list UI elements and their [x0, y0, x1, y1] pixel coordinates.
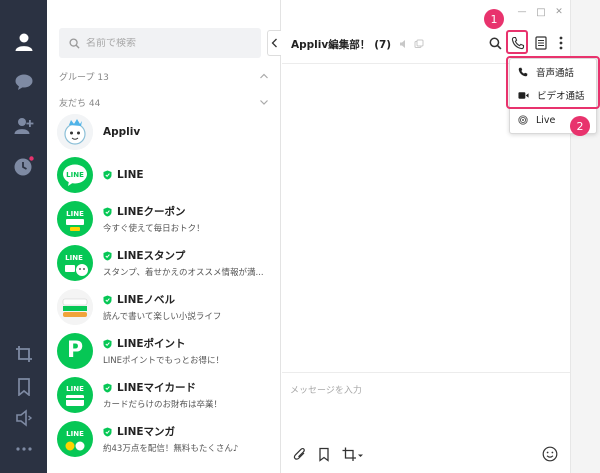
section-friends-count: 44	[88, 98, 101, 109]
keep-button[interactable]	[316, 446, 332, 462]
contact-status: LINEポイントでもっとお得に！	[103, 356, 224, 366]
list-item[interactable]: P LINEポイント LINEポイントでもっとお得に！	[57, 329, 277, 373]
close-button[interactable]: ✕	[553, 6, 565, 18]
official-shield-icon	[103, 170, 112, 180]
search-input[interactable]	[86, 37, 256, 49]
avatar	[57, 114, 93, 150]
section-groups-count: 13	[97, 72, 109, 83]
screenshot-button[interactable]	[340, 446, 366, 462]
search-box[interactable]	[59, 28, 261, 58]
more-options-button[interactable]	[553, 35, 569, 51]
contact-name: LINEスタンプ	[117, 250, 186, 262]
official-shield-icon	[103, 383, 112, 392]
list-item[interactable]: Appliv	[57, 110, 277, 154]
bookmark-icon	[319, 447, 329, 462]
contact-name: Appliv	[103, 126, 141, 138]
list-item[interactable]: LINE LINEスタンプ スタンプ、着せかえのオススメ情報が満...	[57, 241, 277, 285]
menu-item-live[interactable]: Live	[518, 110, 555, 130]
avatar-text: LINE	[65, 254, 83, 262]
more-icon[interactable]	[12, 437, 36, 461]
contact-name: LINEノベル	[117, 294, 176, 306]
person-icon[interactable]	[12, 30, 36, 54]
official-shield-icon	[103, 427, 112, 436]
contact-name: LINEポイント	[117, 338, 186, 350]
section-friends[interactable]: 友だち 44	[59, 94, 269, 110]
avatar: LINE	[57, 201, 93, 237]
avatar: LINE	[57, 377, 93, 413]
member-count: (7)	[374, 39, 392, 51]
contact-list-panel: グループ 13 友だち 44 Appliv LINE LINE LINE	[47, 0, 281, 473]
contact-status: カードだらけのお財布は卒業！	[103, 400, 223, 410]
avatar	[57, 289, 93, 325]
step-badge-1: 1	[484, 9, 504, 29]
speaker-icon[interactable]	[12, 406, 36, 430]
official-shield-icon	[103, 251, 112, 260]
section-friends-label: 友だち	[59, 98, 87, 109]
call-menu-highlight	[506, 56, 600, 109]
contact-status: スタンプ、着せかえのオススメ情報が満...	[103, 268, 264, 278]
emoji-button[interactable]	[542, 446, 558, 462]
avatar: LINE	[57, 245, 93, 281]
step-badge-2: 2	[570, 116, 590, 136]
chat-bubble-icon[interactable]	[12, 70, 36, 94]
close-icon: ✕	[555, 7, 563, 17]
avatar: LINE	[57, 421, 93, 457]
list-item[interactable]: LINE LINE	[57, 153, 277, 197]
avatar-text: LINE	[66, 210, 84, 218]
contact-status: 読んで書いて楽しい小説ライフ	[103, 312, 222, 322]
crop-icon	[342, 447, 363, 461]
official-shield-icon	[103, 207, 112, 216]
contact-name: LINE	[117, 169, 144, 181]
nav-rail	[0, 0, 47, 473]
live-label: Live	[536, 114, 556, 126]
contact-name: LINEマンガ	[117, 426, 176, 438]
search-icon	[69, 37, 80, 49]
avatar-text: P	[66, 338, 84, 363]
chevron-down-icon[interactable]	[259, 97, 269, 107]
search-icon	[489, 37, 501, 49]
official-shield-icon	[103, 295, 112, 304]
search-button[interactable]	[487, 35, 503, 51]
list-item[interactable]: LINE LINEマイカード カードだらけのお財布は卒業！	[57, 373, 277, 417]
clock-icon[interactable]	[12, 154, 36, 178]
contact-status: 今すぐ使えて毎日おトク！	[103, 224, 205, 234]
live-icon	[518, 115, 528, 125]
notes-icon	[535, 36, 547, 50]
bookmark-icon[interactable]	[12, 375, 36, 399]
avatar-text: LINE	[66, 385, 84, 393]
message-compose	[282, 372, 570, 473]
smiley-icon	[542, 446, 558, 462]
paperclip-icon	[293, 447, 305, 460]
list-item[interactable]: LINE LINEマンガ 約43万点を配信！無料もたくさん♪	[57, 417, 277, 461]
contact-status: 約43万点を配信！無料もたくさん♪	[103, 444, 239, 454]
collapse-list-button[interactable]	[267, 30, 281, 56]
chevron-left-icon	[271, 38, 277, 48]
attach-button[interactable]	[292, 446, 308, 462]
maximize-icon: □	[536, 6, 546, 18]
message-input[interactable]	[290, 383, 560, 423]
chat-title: Appliv編集部！	[291, 39, 371, 51]
mute-icon	[399, 40, 405, 48]
avatar-text: LINE	[66, 430, 84, 438]
contact-name: LINEマイカード	[117, 382, 197, 394]
more-vertical-icon	[559, 36, 563, 50]
contact-name: LINEクーポン	[117, 206, 186, 218]
chevron-up-icon[interactable]	[259, 71, 269, 81]
section-groups[interactable]: グループ 13	[59, 68, 269, 84]
minimize-button[interactable]: —	[516, 6, 528, 18]
list-item[interactable]: LINE LINEクーポン 今すぐ使えて毎日おトク！	[57, 197, 277, 241]
official-shield-icon	[103, 339, 112, 348]
avatar: LINE	[57, 157, 93, 193]
crop-icon[interactable]	[12, 342, 36, 366]
avatar: P	[57, 333, 93, 369]
avatar-text: LINE	[66, 171, 84, 179]
notes-button[interactable]	[533, 35, 549, 51]
list-item[interactable]: LINEノベル 読んで書いて楽しい小説ライフ	[57, 285, 277, 329]
call-button-highlight	[506, 30, 528, 54]
section-groups-label: グループ	[59, 72, 95, 83]
minimize-icon: —	[517, 7, 527, 17]
add-friend-icon[interactable]	[12, 114, 36, 138]
link-icon	[414, 39, 424, 48]
maximize-button[interactable]: □	[535, 6, 547, 18]
